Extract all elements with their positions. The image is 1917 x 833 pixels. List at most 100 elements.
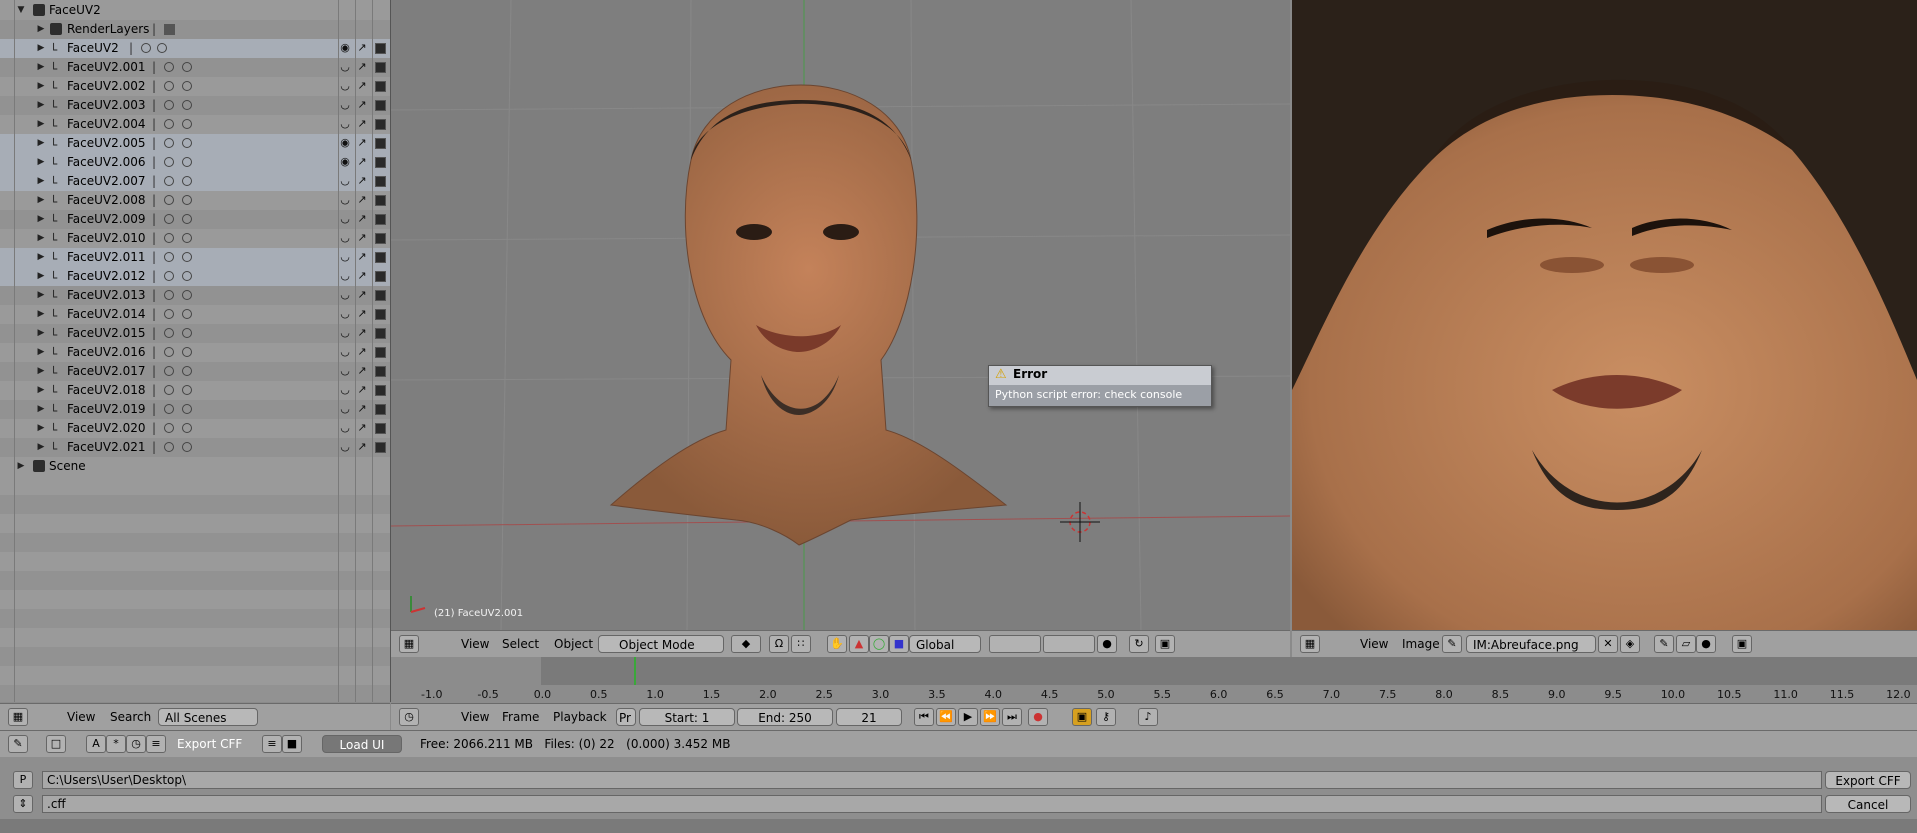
selectability-arrow-icon[interactable]: ↗ (355, 193, 369, 207)
outliner-row-scene[interactable]: ▶ Scene (0, 457, 390, 476)
outliner-row-object[interactable]: ▶ └ FaceUV2.001 | ◡ ↗ (0, 58, 390, 77)
outliner-row-object[interactable]: ▶ └ FaceUV2.009 | ◡ ↗ (0, 210, 390, 229)
outliner-row-object[interactable]: ▶ └ FaceUV2.003 | ◡ ↗ (0, 96, 390, 115)
start-frame-field[interactable]: Start: 1 (639, 708, 735, 726)
renderability-icon[interactable] (375, 138, 386, 149)
load-ui-button[interactable]: Load UI (322, 735, 402, 753)
visibility-eye-icon[interactable]: ◡ (338, 60, 352, 74)
selectability-arrow-icon[interactable]: ↗ (355, 345, 369, 359)
expand-triangle-icon[interactable]: ▶ (36, 39, 46, 58)
editor-type-icon[interactable]: ▦ (8, 708, 28, 726)
outliner-row-object[interactable]: ▶ └ FaceUV2.006 | ◉ ↗ (0, 153, 390, 172)
outliner-row-object[interactable]: ▶ └ FaceUV2.021 | ◡ ↗ (0, 438, 390, 457)
outliner-row-object[interactable]: ▶ └ FaceUV2.012 | ◡ ↗ (0, 267, 390, 286)
renderability-icon[interactable] (375, 423, 386, 434)
selectability-arrow-icon[interactable]: ↗ (355, 288, 369, 302)
renderability-icon[interactable] (375, 252, 386, 263)
outliner-row-object[interactable]: ▶ └ FaceUV2.011 | ◡ ↗ (0, 248, 390, 267)
view-menu[interactable]: View (461, 708, 489, 726)
expand-triangle-icon[interactable]: ▶ (36, 419, 46, 438)
expand-triangle-icon[interactable]: ▼ (16, 1, 26, 20)
current-frame-field[interactable]: 21 (836, 708, 902, 726)
renderability-icon[interactable] (375, 347, 386, 358)
jump-end-icon[interactable]: ⏭ (1002, 708, 1022, 726)
view-menu[interactable]: View (67, 708, 95, 726)
select-menu[interactable]: Select (502, 635, 539, 653)
renderability-icon[interactable] (375, 62, 386, 73)
selectability-arrow-icon[interactable]: ↗ (355, 212, 369, 226)
outliner-row-object[interactable]: ▶ └ FaceUV2.020 | ◡ ↗ (0, 419, 390, 438)
expand-triangle-icon[interactable]: ▶ (36, 362, 46, 381)
editor-type-icon[interactable]: ▦ (1300, 635, 1320, 653)
editor-type-icon[interactable]: ▦ (399, 635, 419, 653)
expand-triangle-icon[interactable]: ▶ (36, 191, 46, 210)
render-icon[interactable]: ▣ (1155, 635, 1175, 653)
expand-triangle-icon[interactable]: ▶ (36, 77, 46, 96)
visibility-eye-icon[interactable]: ◡ (338, 79, 352, 93)
scale-icon[interactable]: ■ (889, 635, 909, 653)
expand-triangle-icon[interactable]: ▶ (36, 286, 46, 305)
expand-triangle-icon[interactable]: ▶ (36, 96, 46, 115)
visibility-eye-icon[interactable]: ◡ (338, 288, 352, 302)
expand-triangle-icon[interactable]: ▶ (36, 58, 46, 77)
renderability-icon[interactable] (375, 195, 386, 206)
lock-icon[interactable]: ● (1097, 635, 1117, 653)
directory-field[interactable]: C:\Users\User\Desktop\ (42, 771, 1822, 789)
visibility-eye-icon[interactable]: ◡ (338, 345, 352, 359)
object-menu[interactable]: Object (554, 635, 593, 653)
dot-icon[interactable]: ● (1696, 635, 1716, 653)
sort-ext-icon[interactable]: * (106, 735, 126, 753)
renderability-icon[interactable] (375, 442, 386, 453)
visibility-eye-icon[interactable]: ◡ (338, 98, 352, 112)
view-menu[interactable]: View (1360, 635, 1388, 653)
mask-icon[interactable]: ▱ (1676, 635, 1696, 653)
visibility-eye-icon[interactable]: ◡ (338, 402, 352, 416)
renderability-icon[interactable] (375, 404, 386, 415)
image-menu[interactable]: Image (1402, 635, 1440, 653)
frame-menu[interactable]: Frame (502, 708, 539, 726)
outliner-row-object[interactable]: ▶ └ FaceUV2.015 | ◡ ↗ (0, 324, 390, 343)
selectability-arrow-icon[interactable]: ↗ (355, 326, 369, 340)
outliner-row-object[interactable]: ▶ └ FaceUV2 | ◉ ↗ (0, 39, 390, 58)
cancel-button[interactable]: Cancel (1825, 795, 1911, 813)
expand-triangle-icon[interactable]: ▶ (36, 20, 46, 39)
snap-icon[interactable]: ↻ (1129, 635, 1149, 653)
visibility-eye-icon[interactable]: ◉ (338, 41, 352, 55)
selectability-arrow-icon[interactable]: ↗ (355, 421, 369, 435)
image-editor[interactable] (1292, 0, 1917, 630)
outliner-row-object[interactable]: ▶ └ FaceUV2.013 | ◡ ↗ (0, 286, 390, 305)
visibility-eye-icon[interactable]: ◡ (338, 269, 352, 283)
visibility-eye-icon[interactable]: ◡ (338, 193, 352, 207)
selectability-arrow-icon[interactable]: ↗ (355, 440, 369, 454)
draw-type-icon[interactable]: ◆ (731, 635, 761, 653)
keying-set-icon[interactable]: ▣ (1072, 708, 1092, 726)
parent-dir-button[interactable]: P (13, 771, 33, 789)
sort-time-icon[interactable]: ◷ (126, 735, 146, 753)
expand-triangle-icon[interactable]: ▶ (36, 229, 46, 248)
visibility-eye-icon[interactable]: ◉ (338, 155, 352, 169)
renderability-icon[interactable] (375, 290, 386, 301)
scene-filter-dropdown[interactable]: All Scenes (158, 708, 258, 726)
renderability-icon[interactable] (375, 157, 386, 168)
playback-menu[interactable]: Playback (553, 708, 607, 726)
layer-buttons-2[interactable] (1043, 635, 1095, 653)
key-icon[interactable]: ⚷ (1096, 708, 1116, 726)
expand-triangle-icon[interactable]: ▶ (36, 115, 46, 134)
outliner-row-object[interactable]: ▶ └ FaceUV2.002 | ◡ ↗ (0, 77, 390, 96)
layer-buttons[interactable] (989, 635, 1041, 653)
sort-alpha-icon[interactable]: A (86, 735, 106, 753)
play-icon[interactable]: ▶ (958, 708, 978, 726)
ghost-icon[interactable]: ■ (282, 735, 302, 753)
selectability-arrow-icon[interactable]: ↗ (355, 155, 369, 169)
outliner-row-object[interactable]: ▶ └ FaceUV2.017 | ◡ ↗ (0, 362, 390, 381)
sort-size-icon[interactable]: ≡ (146, 735, 166, 753)
renderability-icon[interactable] (375, 43, 386, 54)
editor-type-icon[interactable]: ◷ (399, 708, 419, 726)
visibility-eye-icon[interactable]: ◡ (338, 364, 352, 378)
outliner-row-object[interactable]: ▶ └ FaceUV2.004 | ◡ ↗ (0, 115, 390, 134)
selectability-arrow-icon[interactable]: ↗ (355, 136, 369, 150)
filter-dropdown[interactable]: ⇕ (13, 795, 33, 813)
expand-triangle-icon[interactable]: ▶ (36, 305, 46, 324)
lock-icon[interactable]: ▣ (1732, 635, 1752, 653)
selectability-arrow-icon[interactable]: ↗ (355, 383, 369, 397)
